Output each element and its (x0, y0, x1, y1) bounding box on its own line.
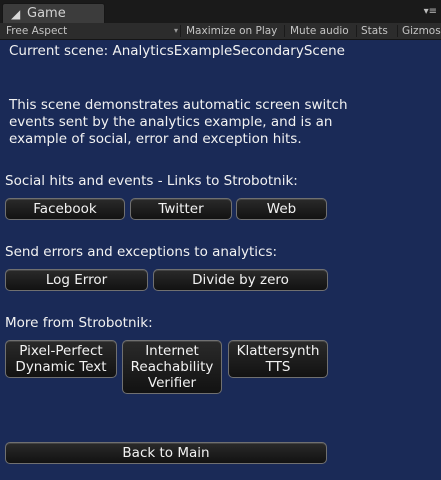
klattersynth-tts-button[interactable]: Klattersynth TTS (228, 340, 328, 378)
toolbar-divider (356, 25, 357, 37)
toolbar-divider (180, 25, 181, 37)
game-viewport: Current scene: AnalyticsExampleSecondary… (0, 40, 441, 480)
tab-game[interactable]: ◢ Game (2, 3, 105, 23)
errors-heading: Send errors and exceptions to analytics: (5, 244, 278, 260)
tab-menu-icon[interactable]: ▾≡ (424, 6, 437, 18)
scene-description: This scene demonstrates automatic screen… (9, 97, 348, 147)
more-heading: More from Strobotnik: (5, 315, 153, 331)
gizmos-toggle[interactable]: Gizmos (402, 23, 441, 39)
tab-game-label: Game (27, 6, 66, 21)
divide-by-zero-button[interactable]: Divide by zero (153, 269, 328, 291)
chevron-down-icon: ▾ (173, 26, 178, 35)
pixel-perfect-dynamic-text-button[interactable]: Pixel-Perfect Dynamic Text (5, 340, 117, 378)
toolbar-divider (284, 25, 285, 37)
aspect-label: Free Aspect (6, 25, 68, 37)
back-to-main-button[interactable]: Back to Main (5, 442, 327, 464)
mute-audio-toggle[interactable]: Mute audio (290, 23, 349, 39)
twitter-button[interactable]: Twitter (130, 198, 232, 220)
maximize-on-play-toggle[interactable]: Maximize on Play (186, 23, 277, 39)
game-toolbar: Free Aspect ▾ Maximize on Play Mute audi… (0, 23, 441, 40)
web-button[interactable]: Web (236, 198, 327, 220)
stats-toggle[interactable]: Stats (361, 23, 388, 39)
social-heading: Social hits and events - Links to Strobo… (5, 173, 298, 189)
facebook-button[interactable]: Facebook (5, 198, 125, 220)
internet-reachability-verifier-button[interactable]: Internet Reachability Verifier (122, 340, 222, 394)
toolbar-divider (397, 25, 398, 37)
tab-bar: ◢ Game ▾≡ (0, 0, 441, 23)
aspect-dropdown[interactable]: Free Aspect ▾ (6, 23, 178, 39)
unity-game-icon: ◢ (11, 7, 21, 21)
log-error-button[interactable]: Log Error (5, 269, 148, 291)
current-scene-label: Current scene: AnalyticsExampleSecondary… (9, 43, 345, 59)
